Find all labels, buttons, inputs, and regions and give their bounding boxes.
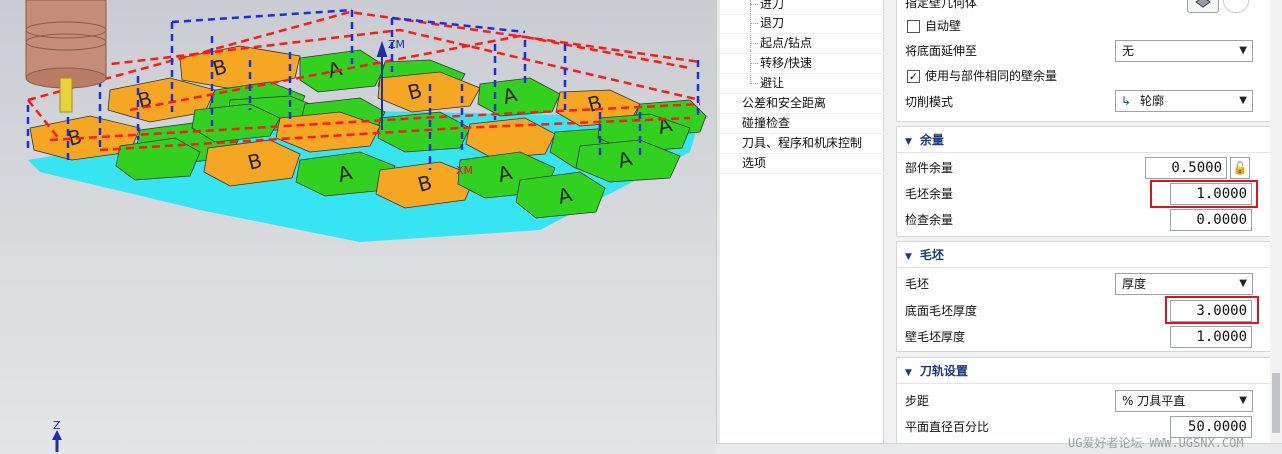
- cutter-tool: [25, 0, 107, 113]
- part-stock-label: 部件余量: [905, 161, 954, 175]
- floor-blank-thickness-label: 底面毛坯厚度: [905, 304, 978, 318]
- wcs-triad: [52, 430, 62, 452]
- extend-floor-value: 无: [1122, 44, 1135, 58]
- geometry-panel: 指定壁几何体 自动壁 将底面延伸至 无 ▼ ✓ 使用与部件相同的壁余量 切削模式 …: [896, 0, 1272, 122]
- tree-item-options[interactable]: 选项: [742, 153, 766, 173]
- tree-item-avoidance[interactable]: 避让: [760, 73, 784, 93]
- extend-floor-label: 将底面延伸至: [905, 44, 978, 58]
- stock-panel: ▼ 余量 部件余量 0.5000 🔓 毛坯余量 1.0000 检查余量 0.000…: [896, 126, 1272, 237]
- xm-axis-label: XM: [456, 164, 474, 177]
- blank-panel-header[interactable]: ▼ 毛坯: [897, 242, 1271, 268]
- collapse-triangle-icon: ▼: [905, 252, 912, 262]
- chevron-down-icon: ▼: [1239, 395, 1247, 406]
- chevron-down-icon: ▼: [1239, 95, 1247, 106]
- blank-stock-label: 毛坯余量: [905, 187, 954, 201]
- path-settings-panel: ▼ 刀轨设置 步距 % 刀具平直 ▼ 平面直径百分比 50.0000: [896, 357, 1272, 443]
- collapse-triangle-icon: ▼: [905, 368, 912, 378]
- z-axis-label: Z: [53, 419, 61, 432]
- toolpath-scene: B A B B A B B B A B A A A A: [25, 0, 707, 452]
- lock-icon[interactable]: 🔓: [1230, 157, 1250, 179]
- blank-type-dropdown[interactable]: 厚度 ▼: [1115, 273, 1253, 295]
- auto-wall-checkbox[interactable]: [907, 20, 920, 33]
- properties-area: 指定壁几何体 自动壁 将底面延伸至 无 ▼ ✓ 使用与部件相同的壁余量 切削模式 …: [884, 0, 1282, 443]
- blank-panel-title: 毛坯: [919, 248, 944, 262]
- stepover-dropdown[interactable]: % 刀具平直 ▼: [1115, 390, 1253, 412]
- blank-type-label: 毛坯: [905, 277, 930, 291]
- specify-wall-label: 指定壁几何体: [905, 0, 978, 10]
- part-stock-input[interactable]: 0.5000: [1145, 157, 1227, 179]
- highlight-box: [1165, 296, 1259, 324]
- path-settings-header[interactable]: ▼ 刀轨设置: [897, 358, 1271, 384]
- highlight-box: [1150, 180, 1258, 208]
- display-wall-button[interactable]: [1223, 0, 1249, 13]
- profile-icon: ↳: [1121, 94, 1132, 108]
- extend-floor-dropdown[interactable]: 无 ▼: [1115, 40, 1253, 62]
- cut-pattern-value: 轮廓: [1140, 94, 1165, 108]
- tree-item-engage[interactable]: 进刀: [760, 0, 784, 14]
- auto-wall-label: 自动壁: [925, 19, 962, 33]
- same-wall-stock-checkbox[interactable]: ✓: [907, 70, 920, 83]
- watermark: UG爱好者论坛 WWW.UGSNX.COM: [1068, 436, 1244, 450]
- tree-item-transfer-rapid[interactable]: 转移/快速: [760, 53, 812, 73]
- scrollbar-thumb[interactable]: [1272, 373, 1280, 433]
- blank-type-value: 厚度: [1122, 277, 1147, 291]
- stepover-value: % 刀具平直: [1122, 394, 1186, 408]
- collapse-triangle-icon: ▼: [905, 137, 912, 147]
- properties-scrollbar[interactable]: [1270, 0, 1282, 443]
- wall-blank-thickness-label: 壁毛坯厚度: [905, 330, 966, 344]
- stock-panel-header[interactable]: ▼ 余量: [897, 127, 1271, 153]
- wall-geometry-icon: [1195, 0, 1211, 8]
- flat-diameter-percent-label: 平面直径百分比: [905, 420, 990, 434]
- tree-item-tolerance[interactable]: 公差和安全距离: [742, 93, 826, 113]
- tree-item-tool-program-machine[interactable]: 刀具、程序和机床控制: [742, 133, 862, 153]
- stepover-label: 步距: [905, 394, 930, 408]
- stock-panel-title: 余量: [919, 133, 944, 147]
- operation-tree: 进刀 退刀 起点/钻点 转移/快速 避让 公差和安全距离 碰撞检查 刀具、程序和…: [720, 0, 884, 443]
- check-stock-label: 检查余量: [905, 213, 954, 227]
- path-settings-title: 刀轨设置: [919, 364, 968, 378]
- cut-pattern-label: 切削模式: [905, 95, 954, 109]
- zm-axis-label: ZM: [388, 38, 406, 51]
- graphics-viewport[interactable]: B A B B A B B B A B A A A A ZM XM Z: [0, 0, 716, 454]
- tree-item-collision-check[interactable]: 碰撞检查: [742, 113, 790, 133]
- wall-blank-thickness-input[interactable]: 1.0000: [1170, 326, 1252, 348]
- cut-pattern-dropdown[interactable]: ↳ 轮廓 ▼: [1115, 90, 1253, 112]
- blank-panel: ▼ 毛坯 毛坯 厚度 ▼ 底面毛坯厚度 3.0000 壁毛坯厚度 1.0000: [896, 241, 1272, 352]
- chevron-down-icon: ▼: [1239, 45, 1247, 56]
- specify-wall-button[interactable]: [1187, 0, 1219, 13]
- chevron-down-icon: ▼: [1239, 278, 1247, 289]
- tree-item-start-drill-points[interactable]: 起点/钻点: [760, 33, 812, 53]
- tree-item-retract[interactable]: 退刀: [760, 13, 784, 33]
- check-stock-input[interactable]: 0.0000: [1170, 209, 1252, 231]
- same-wall-stock-label: 使用与部件相同的壁余量: [925, 69, 1058, 83]
